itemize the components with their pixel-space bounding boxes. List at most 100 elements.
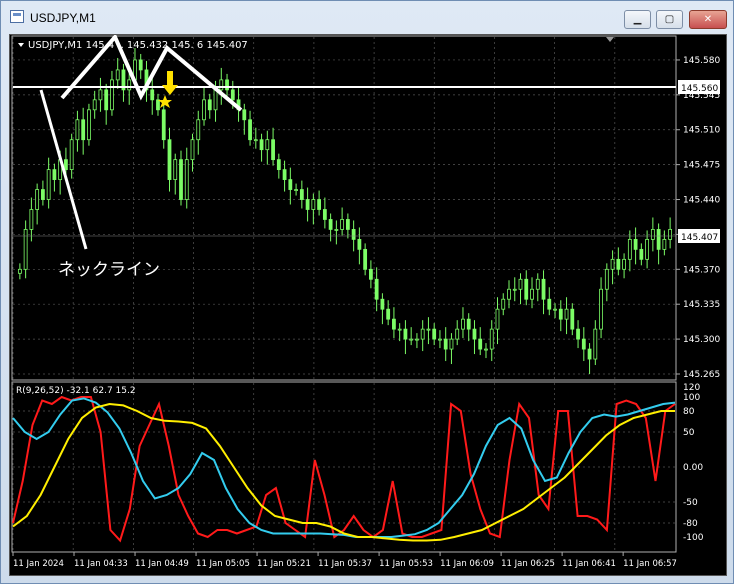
candle-body (282, 169, 287, 180)
candle-body (581, 338, 586, 350)
time-tick-label: 11 Jan 05:53 (379, 559, 433, 569)
candle-body (161, 109, 166, 141)
candle-body (535, 278, 540, 290)
indicator-series-line (12, 402, 675, 542)
candle-body (558, 308, 563, 320)
candle-body (472, 328, 477, 340)
time-tick-label: 11 Jan 06:57 (623, 559, 677, 569)
candle-body (98, 89, 103, 101)
candle-body (17, 268, 22, 274)
candle-body (311, 199, 316, 210)
maximize-button[interactable]: ▢ (656, 10, 683, 29)
close-button[interactable]: ✕ (689, 10, 727, 29)
candle-body (374, 278, 379, 300)
candle-body (340, 219, 345, 230)
candlesticks (17, 47, 673, 374)
candle-body (294, 189, 298, 191)
candle-body (466, 318, 471, 330)
candle-body (190, 139, 195, 161)
candle-body (368, 268, 373, 280)
candle-body (150, 89, 155, 101)
candle-body (484, 348, 488, 351)
time-tick-label: 11 Jan 06:09 (440, 559, 494, 569)
price-chart-svg[interactable]: 145.580145.545145.510145.475145.440145.4… (10, 33, 726, 575)
candle-body (604, 268, 609, 290)
candle-body (570, 308, 575, 330)
candle-body (392, 318, 396, 330)
indicator-tick-label: 100 (683, 393, 700, 403)
candle-body (288, 179, 293, 190)
indicator-tick-label: -100 (683, 533, 704, 543)
candle-body (541, 278, 546, 300)
candle-body (110, 79, 114, 111)
price-tick-label: 145.510 (683, 126, 720, 136)
candle-body (564, 308, 569, 320)
candle-body (455, 328, 460, 340)
candle-body (576, 328, 580, 340)
current-price-label: 145.407 (681, 233, 718, 243)
time-tick-label: 11 Jan 04:33 (74, 559, 128, 569)
time-tick-label: 11 Jan 06:25 (501, 559, 555, 569)
candle-body (81, 119, 86, 141)
candle-body (334, 229, 339, 231)
indicator-tick-label: 120 (683, 383, 700, 393)
candle-body (386, 308, 391, 320)
chart-header: USDJPY,M1 145.4 .. 145.432 145. 6 145.40… (28, 40, 248, 51)
candle-body (230, 89, 235, 101)
candle-body (397, 328, 402, 331)
candle-body (299, 189, 304, 200)
title-bar[interactable]: USDJPY,M1 ▁ ▢ ✕ (1, 1, 733, 33)
candle-body (253, 139, 258, 142)
minimize-button[interactable]: ▁ (624, 10, 651, 29)
candle-body (138, 59, 143, 71)
time-axis: 11 Jan 2024 11 Jan 04:33 11 Jan 04:49 11 Ja… (12, 552, 677, 569)
candle-body (265, 139, 270, 151)
indicator-tick-label: 0.00 (683, 463, 703, 473)
candle-body (432, 328, 437, 340)
chart-shift-marker-icon[interactable] (606, 37, 614, 42)
candle-body (35, 189, 40, 210)
candle-body (524, 278, 529, 300)
candle-body (547, 298, 552, 310)
dropdown-triangle-icon[interactable] (18, 43, 24, 47)
candle-body (345, 219, 350, 230)
time-tick-label: 11 Jan 05:05 (196, 559, 250, 569)
candle-body (512, 288, 517, 291)
price-tick-label: 145.440 (683, 196, 720, 206)
candle-body (322, 209, 327, 220)
candle-body (29, 209, 34, 230)
candle-body (242, 109, 247, 121)
candle-body (196, 119, 201, 141)
candle-body (616, 258, 621, 270)
candle-body (501, 298, 506, 310)
price-tick-label: 145.580 (683, 56, 720, 66)
star-icon (158, 95, 172, 108)
price-tick-label: 145.475 (683, 161, 720, 171)
candle-body (156, 99, 160, 111)
time-tick-label: 11 Jan 2024 (13, 559, 64, 569)
candle-body (104, 89, 109, 111)
chart-area[interactable]: 145.580145.545145.510145.475145.440145.4… (9, 33, 727, 576)
candle-body (305, 199, 310, 210)
candle-body (530, 288, 534, 300)
candle-body (656, 229, 661, 250)
indicator-tick-label: 50 (683, 428, 695, 438)
candle-body (317, 199, 322, 210)
candle-body (69, 139, 74, 171)
candle-body (507, 288, 511, 300)
candle-body (46, 169, 51, 200)
candle-body (23, 229, 28, 270)
window-title: USDJPY,M1 (30, 11, 96, 25)
candle-body (173, 159, 178, 180)
candle-body (92, 99, 97, 111)
candle-body (449, 338, 454, 350)
candle-body (87, 109, 91, 141)
candle-body (420, 328, 425, 340)
chart-window-icon (10, 10, 24, 23)
candle-body (276, 159, 281, 171)
candle-body (202, 99, 206, 121)
candle-body (40, 189, 45, 200)
candle-body (461, 318, 465, 330)
candle-body (219, 79, 224, 91)
candle-body (599, 288, 603, 330)
